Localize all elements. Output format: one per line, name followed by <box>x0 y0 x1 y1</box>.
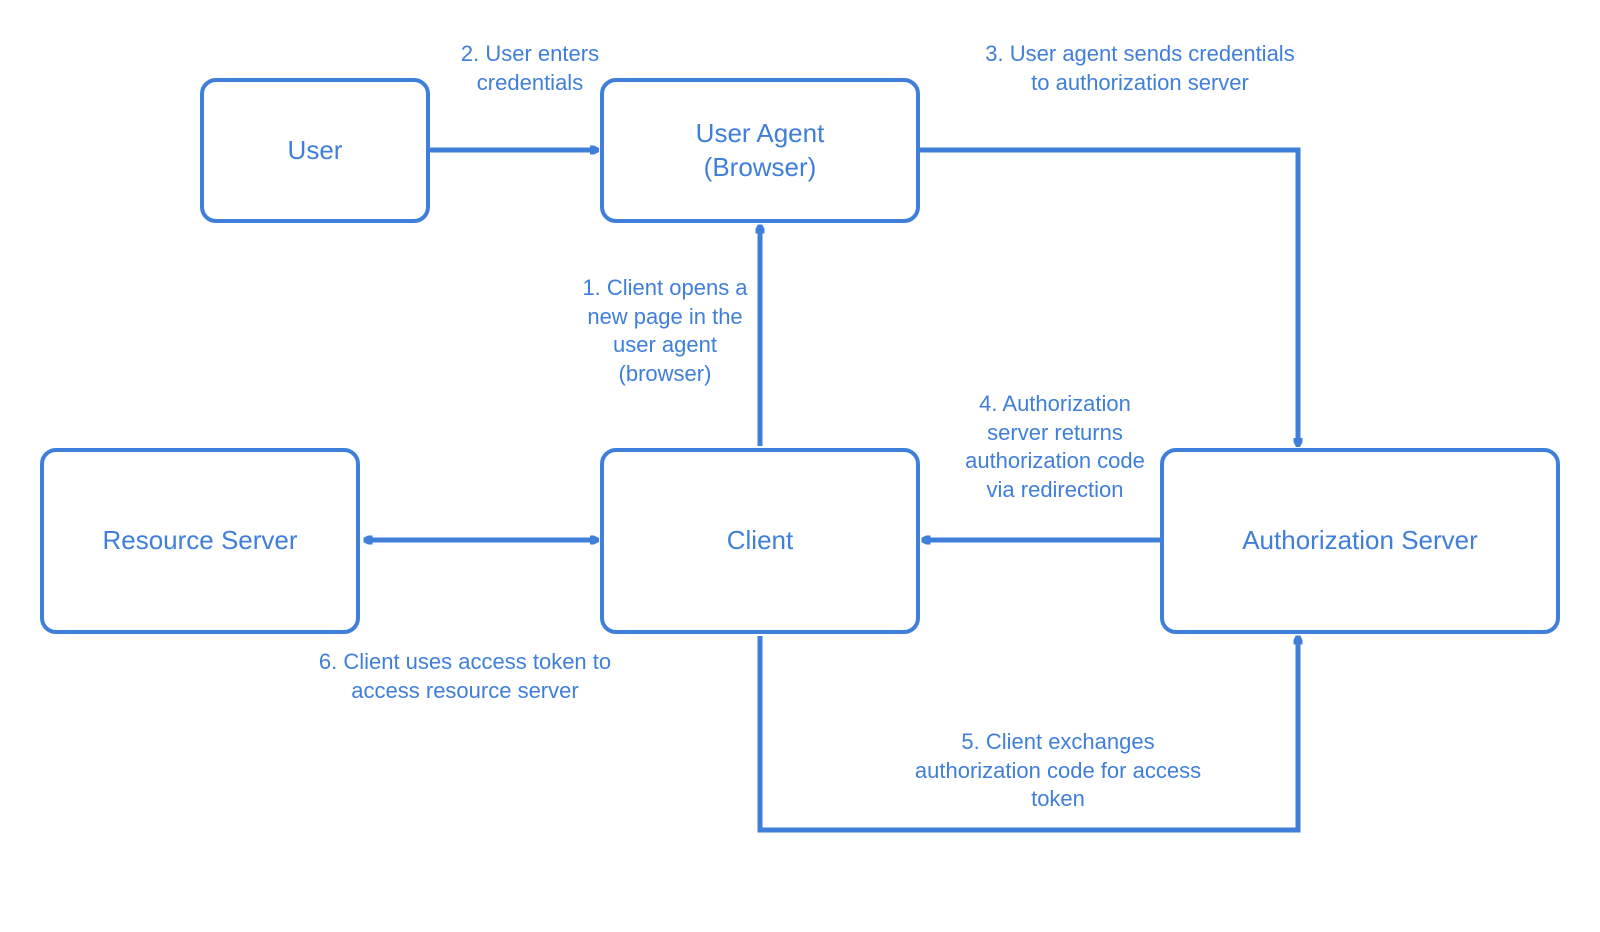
box-resource-server-label: Resource Server <box>102 524 297 558</box>
box-auth-server-label: Authorization Server <box>1242 524 1478 558</box>
label-step4: 4. Authorizationserver returnsauthorizat… <box>950 390 1160 504</box>
box-client: Client <box>600 448 920 634</box>
label-step4-text: 4. Authorizationserver returnsauthorizat… <box>965 391 1145 502</box>
diagram-canvas: User User Agent(Browser) Client Resource… <box>0 0 1600 932</box>
label-step3-text: 3. User agent sends credentialsto author… <box>985 41 1294 95</box>
box-user: User <box>200 78 430 223</box>
label-step1-text: 1. Client opens anew page in theuser age… <box>582 275 747 386</box>
label-step5: 5. Client exchangesauthorization code fo… <box>898 728 1218 814</box>
box-client-label: Client <box>727 524 793 558</box>
label-step6-text: 6. Client uses access token toaccess res… <box>319 649 611 703</box>
label-step2-text: 2. User enterscredentials <box>461 41 599 95</box>
label-step6: 6. Client uses access token toaccess res… <box>300 648 630 705</box>
box-user-label: User <box>288 134 343 168</box>
label-step5-text: 5. Client exchangesauthorization code fo… <box>915 729 1201 811</box>
label-step2: 2. User enterscredentials <box>420 40 640 97</box>
box-resource-server: Resource Server <box>40 448 360 634</box>
label-step1: 1. Client opens anew page in theuser age… <box>560 274 770 388</box>
box-auth-server: Authorization Server <box>1160 448 1560 634</box>
box-user-agent-label: User Agent(Browser) <box>696 117 825 185</box>
box-user-agent: User Agent(Browser) <box>600 78 920 223</box>
label-step3: 3. User agent sends credentialsto author… <box>950 40 1330 97</box>
